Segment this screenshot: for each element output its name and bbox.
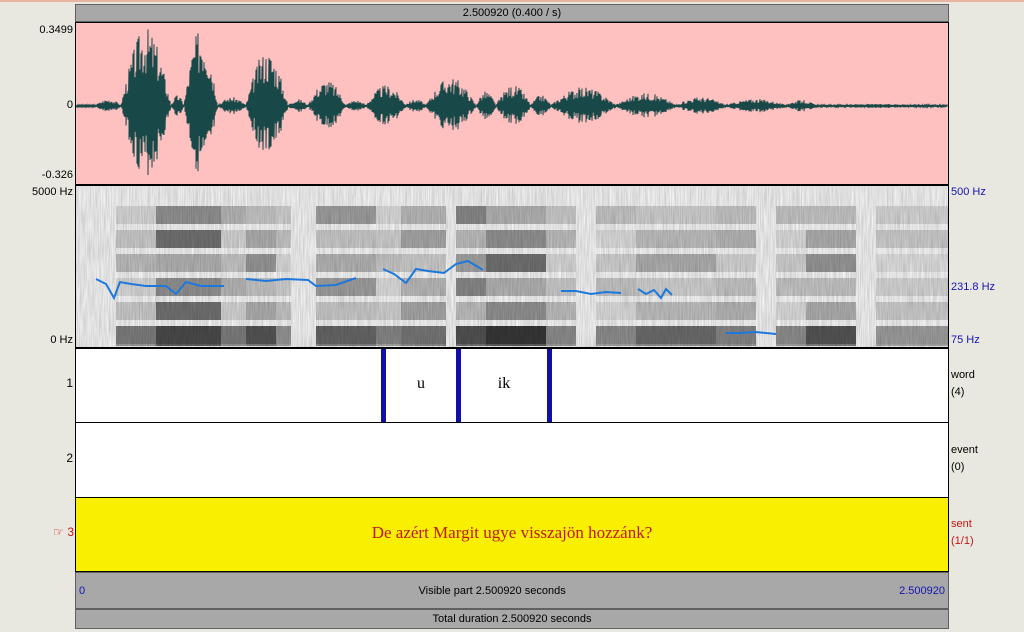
tier-2-name: event (951, 444, 978, 456)
waveform-min-label: -0.326 (41, 169, 73, 181)
spectrogram-plot (76, 186, 948, 347)
tier-3-number: 3 (67, 525, 74, 539)
tier-1-number: 1 (66, 376, 73, 390)
pointing-hand-icon: ☞ (53, 525, 64, 539)
tier-1-name: word (951, 369, 975, 381)
tier-3-sent[interactable]: De azért Margit ugye visszajön hozzánk? (75, 497, 949, 572)
waveform-plot (76, 29, 948, 176)
tier-1-word[interactable]: u ik (75, 348, 949, 423)
spectrogram-panel[interactable] (75, 185, 949, 348)
pitch-min-label: 75 Hz (951, 334, 980, 346)
waveform-trace (76, 29, 948, 176)
tier-2-number: 2 (66, 451, 73, 465)
tier-1-count: (4) (951, 386, 965, 398)
spectrogram-min-freq-label: 0 Hz (50, 334, 73, 346)
selection-duration-bar[interactable]: 2.500920 (0.400 / s) (75, 4, 949, 22)
waveform-max-label: 0.3499 (39, 24, 73, 36)
window-top-edge (0, 0, 1024, 2)
tier-2-event[interactable] (75, 422, 949, 498)
waveform-panel[interactable] (75, 22, 949, 185)
visible-end-time: 2.500920 (899, 584, 945, 597)
tier-2-count: (0) (951, 461, 965, 473)
visible-part-bar[interactable]: 0 Visible part 2.500920 seconds 2.500920 (75, 572, 949, 609)
waveform-signal (76, 29, 948, 176)
visible-start-time: 0 (79, 584, 86, 597)
tier-3-selector[interactable]: ☞ 3 (44, 525, 74, 539)
selection-duration-label: 2.500920 (0.400 / s) (462, 7, 562, 19)
spectrogram-max-freq-label: 5000 Hz (32, 186, 73, 198)
interval-text-u[interactable]: u (386, 375, 456, 393)
tier-3-count: (1/1) (951, 535, 974, 547)
waveform-zero-label: 0 (66, 99, 73, 111)
visible-part-label: Visible part 2.500920 seconds (418, 584, 566, 597)
total-duration-bar[interactable]: Total duration 2.500920 seconds (75, 609, 949, 629)
spectrogram-texture (76, 186, 948, 347)
tier-3-name: sent (951, 518, 972, 530)
tier-1-boundary[interactable] (547, 349, 552, 422)
total-duration-label: Total duration 2.500920 seconds (432, 613, 592, 625)
sentence-interval-text[interactable]: De azért Margit ugye visszajön hozzánk? (76, 523, 948, 543)
interval-text-ik[interactable]: ik (461, 375, 547, 393)
pitch-mid-label: 231.8 Hz (951, 281, 996, 293)
pitch-max-label: 500 Hz (951, 186, 986, 198)
